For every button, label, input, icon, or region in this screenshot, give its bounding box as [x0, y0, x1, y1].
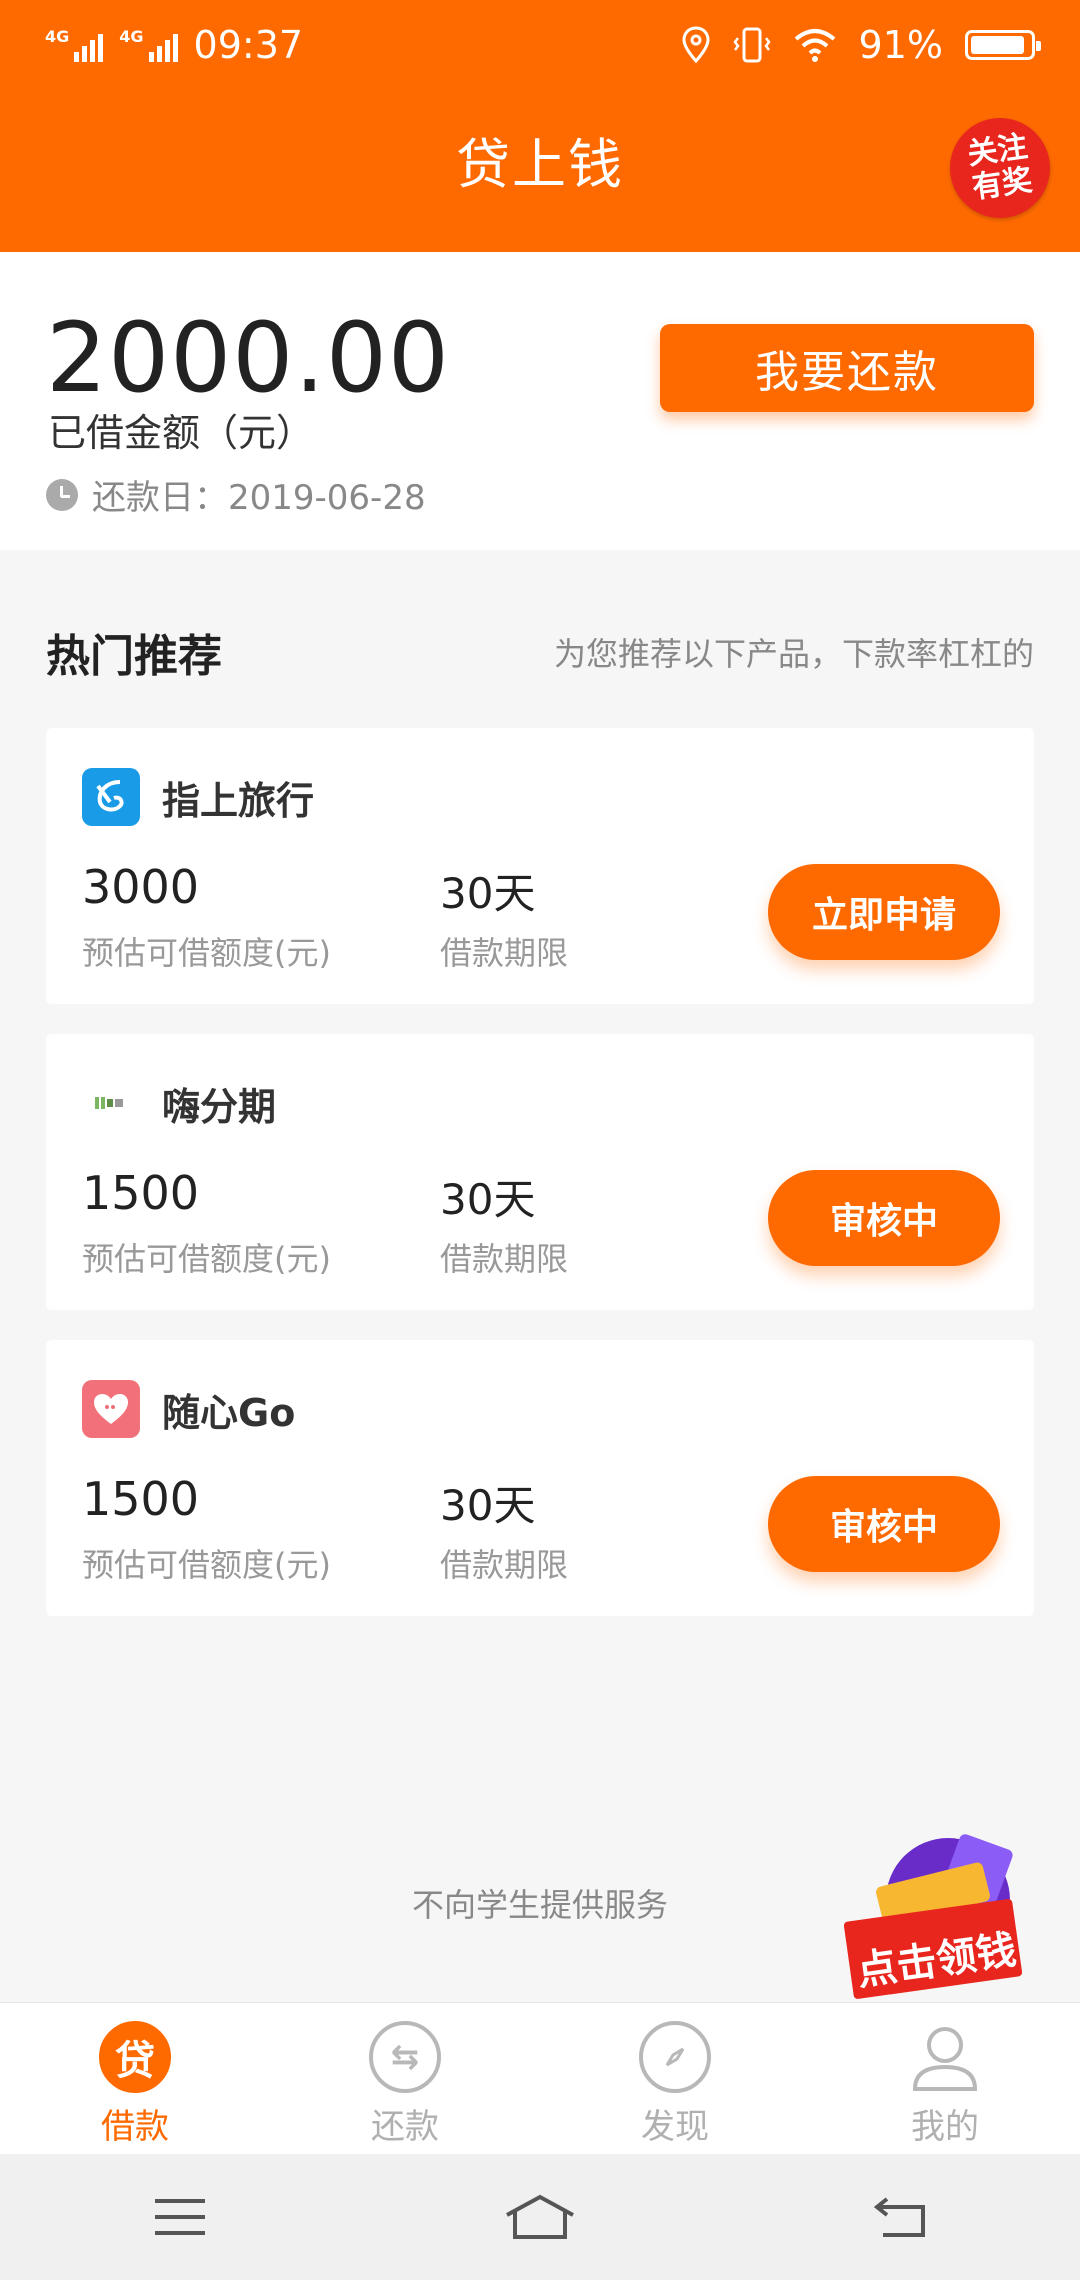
battery-icon [965, 30, 1041, 60]
product-amount-label: 预估可借额度(元) [82, 1546, 331, 1584]
tab-loan-label: 借款 [101, 2107, 169, 2147]
tab-mine-label: 我的 [911, 2107, 979, 2147]
due-date: 还款日：2019-06-28 [92, 478, 426, 518]
apply-now-button[interactable]: 立即申请 [768, 864, 1000, 960]
promo-badge-label: 关注有奖 [965, 129, 1035, 206]
back-icon [873, 2197, 925, 2237]
hai-fenqi-logo-icon [95, 1097, 123, 1109]
under-review-button[interactable]: 审核中 [768, 1170, 1000, 1266]
status-bar: 4G 4G 09:37 91% [0, 0, 1080, 90]
tab-discover[interactable]: 发现 [540, 2003, 810, 2154]
app-logo-icon [82, 1380, 140, 1438]
location-icon [682, 26, 710, 64]
tab-discover-label: 发现 [641, 2107, 709, 2147]
product-term: 30天 [440, 1481, 536, 1530]
borrowed-amount-label: 已借金额（元） [48, 411, 315, 455]
product-name: 指上旅行 [162, 779, 315, 823]
under-review-button[interactable]: 审核中 [768, 1476, 1000, 1572]
product-amount-label: 预估可借额度(元) [82, 1240, 331, 1278]
product-card[interactable]: 随心Go 1500 预估可借额度(元) 30天 借款期限 审核中 [46, 1340, 1034, 1616]
recommend-title: 热门推荐 [46, 631, 222, 682]
user-icon [909, 2021, 981, 2093]
product-card[interactable]: 指上旅行 3000 预估可借额度(元) 30天 借款期限 立即申请 [46, 728, 1034, 1004]
clock-icon [46, 478, 78, 511]
product-amount: 1500 [82, 1166, 200, 1220]
home-nav-button[interactable] [490, 2177, 590, 2257]
claim-money-floating-button[interactable]: 点击领钱 [838, 1830, 1048, 2000]
product-card[interactable]: 嗨分期 1500 预估可借额度(元) 30天 借款期限 审核中 [46, 1034, 1034, 1310]
signal-icon: 4G [45, 27, 104, 62]
signal-icon-2: 4G [119, 27, 178, 62]
repay-button[interactable]: 我要还款 [660, 324, 1034, 412]
home-icon [506, 2194, 574, 2239]
tab-repay[interactable]: ⇆ 还款 [270, 2003, 540, 2154]
app-logo-icon [82, 768, 140, 826]
tab-mine[interactable]: 我的 [810, 2003, 1080, 2154]
recommend-header: 热门推荐 为您推荐以下产品，下款率杠杠的 [46, 620, 1034, 684]
menu-icon [155, 2199, 205, 2235]
menu-nav-button[interactable] [130, 2177, 230, 2257]
back-nav-button[interactable] [850, 2177, 950, 2257]
tab-repay-label: 还款 [371, 2107, 439, 2147]
product-amount-label: 预估可借额度(元) [82, 934, 331, 972]
loan-icon: 贷 [99, 2021, 171, 2093]
battery-fill [971, 36, 1024, 54]
vibrate-icon [732, 27, 771, 63]
heart-logo-icon [94, 1394, 128, 1424]
product-term: 30天 [440, 1175, 536, 1224]
product-name: 随心Go [162, 1391, 296, 1435]
product-term: 30天 [440, 869, 536, 918]
product-term-label: 借款期限 [440, 934, 569, 972]
recommend-subtitle: 为您推荐以下产品，下款率杠杠的 [553, 635, 1034, 673]
app-header: 4G 4G 09:37 91% 贷上钱 关注有奖 [0, 0, 1080, 252]
product-term-label: 借款期限 [440, 1240, 569, 1278]
tab-loan[interactable]: 贷 借款 [0, 2003, 270, 2154]
battery-percent: 91% [858, 23, 943, 67]
product-amount: 1500 [82, 1472, 200, 1526]
system-nav-bar [0, 2154, 1080, 2280]
product-term-label: 借款期限 [440, 1546, 569, 1584]
loan-summary-card: 2000.00 已借金额（元） 还款日：2019-06-28 我要还款 [0, 252, 1080, 550]
status-time: 09:37 [193, 23, 304, 67]
due-date-row: 还款日：2019-06-28 [46, 470, 426, 519]
page-title: 贷上钱 [456, 133, 624, 196]
borrowed-amount: 2000.00 [46, 302, 450, 414]
app-logo-icon [82, 1074, 140, 1132]
wifi-icon [794, 29, 835, 62]
repay-icon: ⇆ [369, 2021, 441, 2093]
product-amount: 3000 [82, 860, 200, 914]
compass-icon [639, 2021, 711, 2093]
travel-logo-icon [96, 780, 124, 812]
bottom-tab-bar: 贷 借款 ⇆ 还款 发现 我的 [0, 2002, 1080, 2154]
product-name: 嗨分期 [162, 1085, 277, 1129]
